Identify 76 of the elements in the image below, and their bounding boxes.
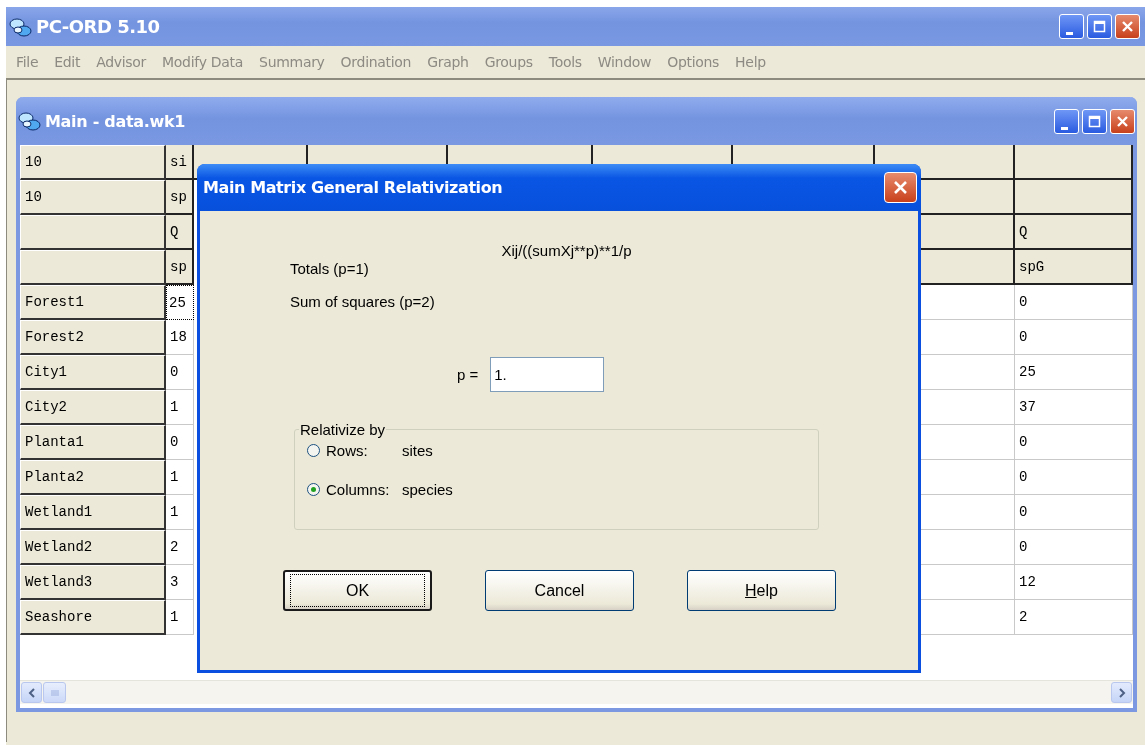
row-header: Planta1: [20, 425, 166, 460]
window-title: PC-ORD 5.10: [36, 16, 161, 37]
option-note: Sum of squares (p=2): [290, 293, 436, 310]
table-cell: 0: [1015, 530, 1133, 565]
bubbles-icon: [18, 111, 41, 131]
scroll-left-button[interactable]: [21, 682, 42, 703]
row-header: 10: [20, 180, 166, 215]
table-cell: 2: [166, 530, 194, 565]
row-header: 10: [20, 145, 166, 180]
dialog-button[interactable]: Help: [687, 570, 836, 611]
table-cell: 1: [166, 390, 194, 425]
table-cell: 12: [1015, 565, 1133, 600]
table-cell: 0: [166, 355, 194, 390]
table-cell: 0: [1015, 460, 1133, 495]
radio-button[interactable]: [307, 444, 320, 457]
table-cell: 1: [166, 495, 194, 530]
maximize-button[interactable]: [1087, 14, 1112, 39]
table-cell: 0: [1015, 285, 1133, 320]
option-note: Totals (p=1): [290, 260, 370, 277]
field-label: p =: [457, 366, 479, 383]
radio-button[interactable]: [307, 483, 320, 496]
header-cell: Q: [1015, 215, 1133, 250]
close-button[interactable]: [1110, 108, 1135, 134]
minimize-icon: [1060, 126, 1068, 130]
close-button[interactable]: [884, 172, 917, 203]
row-header: Wetland1: [20, 495, 166, 530]
close-icon: [892, 179, 909, 196]
table-cell: 37: [1015, 390, 1133, 425]
row-header: Seashore: [20, 600, 166, 635]
table-cell: 2: [1015, 600, 1133, 635]
minimize-button[interactable]: [1059, 14, 1084, 39]
header-cell: sp: [166, 250, 194, 285]
maximize-icon: [1087, 113, 1102, 129]
table-cell: 25: [166, 285, 194, 320]
radio-label[interactable]: Rows:: [326, 442, 402, 459]
group-title: Relativize by: [299, 421, 387, 438]
bubbles-icon: [9, 16, 32, 37]
table-cell: 1: [166, 460, 194, 495]
table-cell: 18: [166, 320, 194, 355]
scrollbar-thumb[interactable]: [43, 682, 66, 703]
header-cell: spG: [1015, 250, 1133, 285]
row-header: Forest1: [20, 285, 166, 320]
close-button[interactable]: [1115, 14, 1140, 39]
table-cell: 3: [166, 565, 194, 600]
maximize-button[interactable]: [1082, 108, 1107, 134]
table-cell: 0: [1015, 425, 1133, 460]
close-icon: [1120, 19, 1135, 34]
minimize-button[interactable]: [1054, 108, 1079, 134]
maximize-icon: [1092, 19, 1107, 34]
dialog-button[interactable]: OK: [283, 570, 432, 611]
row-header: Forest2: [20, 320, 166, 355]
row-header: City1: [20, 355, 166, 390]
row-header: Wetland3: [20, 565, 166, 600]
table-cell: 0: [166, 425, 194, 460]
close-icon: [1115, 113, 1130, 129]
header-cell: si: [166, 145, 194, 180]
grip-icon: [50, 688, 59, 697]
input-field[interactable]: 1.: [490, 357, 605, 392]
formula-text: Xij/((sumXj**p)**1/p: [501, 242, 632, 259]
radio-label[interactable]: Columns:: [326, 481, 402, 498]
radio-value: sites: [402, 442, 433, 459]
minimize-icon: [1065, 32, 1073, 35]
row-header: Planta2: [20, 460, 166, 495]
table-cell: 0: [1015, 320, 1133, 355]
header-cell: Q: [166, 215, 194, 250]
row-header: City2: [20, 390, 166, 425]
window-title: Main - data.wk1: [45, 111, 187, 131]
dialog-title: Main Matrix General Relativization: [203, 178, 504, 197]
radio-value: species: [402, 481, 453, 498]
table-cell: 1: [166, 600, 194, 635]
header-cell: sp: [166, 180, 194, 215]
scroll-right-button[interactable]: [1111, 682, 1132, 703]
table-cell: 0: [1015, 495, 1133, 530]
table-cell: 25: [1015, 355, 1133, 390]
dialog-button[interactable]: Cancel: [485, 570, 634, 611]
row-header: Wetland2: [20, 530, 166, 565]
